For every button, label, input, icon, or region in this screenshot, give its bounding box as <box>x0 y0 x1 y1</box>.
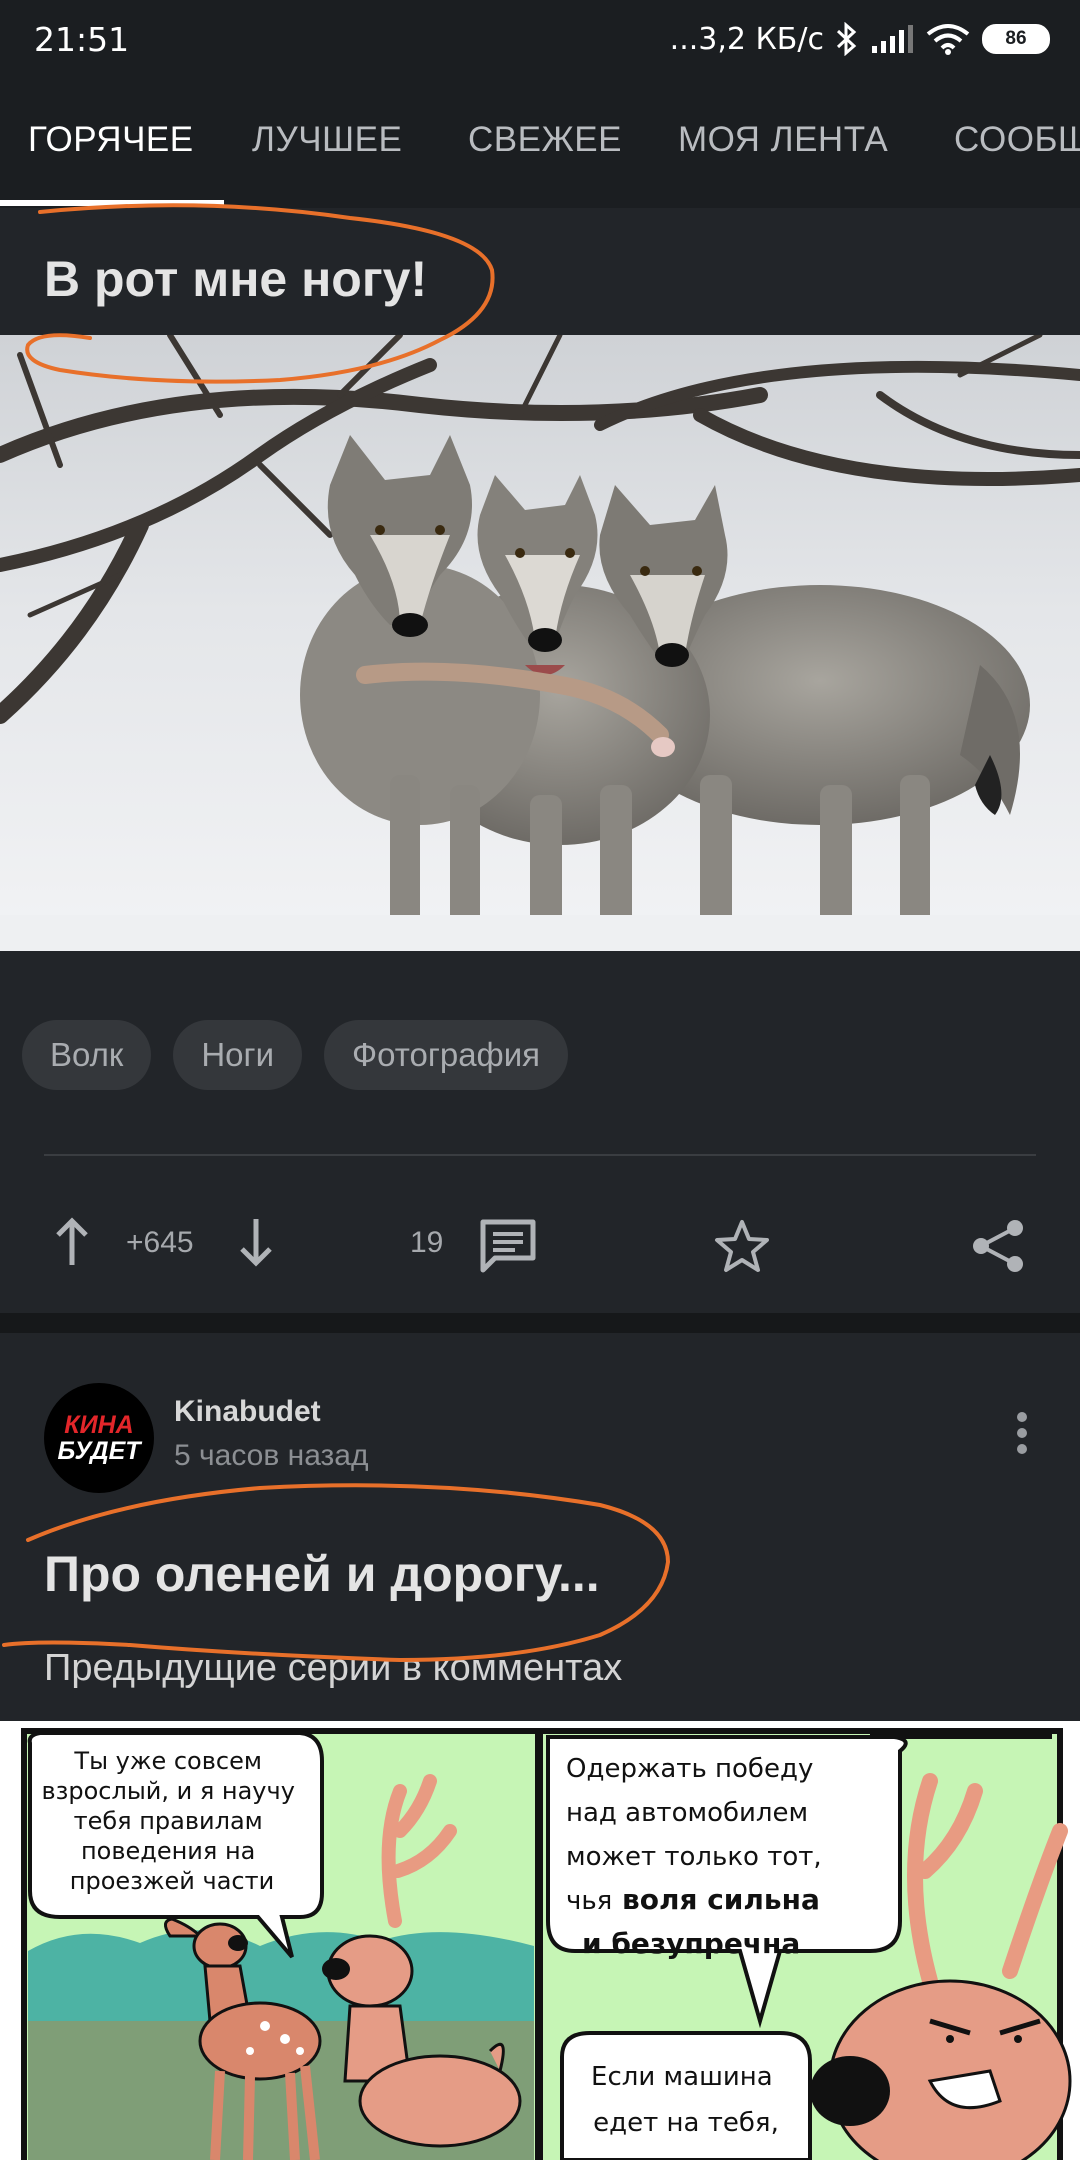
tag-chip[interactable]: Волк <box>22 1020 152 1090</box>
post-actions: +645 19 <box>0 1188 1080 1298</box>
comic-right-line: чья <box>566 1886 612 1916</box>
svg-text:Ты уже совсем взрослый: Ты уже совсем взрослый, и я научу тебя п… <box>41 1747 302 1895</box>
comic-left-line: поведения на <box>81 1837 255 1865</box>
post-image-wolves[interactable] <box>0 335 1080 951</box>
avatar-text-top: КИНА <box>64 1411 134 1439</box>
downvote-icon[interactable] <box>236 1216 276 1268</box>
tag-chip[interactable]: Ноги <box>173 1020 302 1090</box>
comment-count: 19 <box>410 1226 444 1259</box>
rating-score: +645 <box>126 1226 194 1259</box>
wifi-icon <box>926 24 970 55</box>
post-image-comic[interactable]: Ты уже совсем взрослый, и я научу тебя п… <box>0 1721 1080 2160</box>
avatar-text-bottom: БУДЕТ <box>57 1437 141 1465</box>
post-card: В рот мне ногу! Волк Ноги Фотография +64… <box>0 208 1080 1313</box>
active-tab-indicator <box>0 200 224 206</box>
comic-right-line: над автомобилем <box>566 1798 808 1828</box>
status-bar: 21:51 ...3,2 КБ/с 86 <box>0 0 1080 80</box>
comic-left-line: Ты уже совсем <box>73 1747 262 1775</box>
author-name[interactable]: Kinabudet <box>174 1395 321 1429</box>
avatar[interactable]: КИНА БУДЕТ <box>44 1383 154 1493</box>
feed-tabs: ГОРЯЧЕЕ ЛУЧШЕЕ СВЕЖЕЕ МОЯ ЛЕНТА СООБЩ <box>0 80 1080 208</box>
comic-left-line: взрослый, и я научу <box>41 1777 294 1805</box>
network-speed: ...3,2 КБ/с <box>669 21 824 57</box>
divider <box>44 1154 1036 1156</box>
comic-bottom-line: едет на тебя, <box>593 2108 779 2138</box>
comic-left-line: тебя правилам <box>74 1807 263 1835</box>
post-title[interactable]: Про оленей и дорогу... <box>44 1545 600 1603</box>
tag-chip[interactable]: Фотография <box>324 1020 569 1090</box>
comic-left-line: проезжей части <box>70 1867 274 1895</box>
tab-fresh[interactable]: СВЕЖЕЕ <box>468 120 622 160</box>
share-icon[interactable] <box>970 1218 1026 1274</box>
post-separator <box>0 1313 1080 1333</box>
comic-right-bold: воля сильна <box>622 1883 820 1916</box>
upvote-icon[interactable] <box>52 1216 92 1268</box>
more-options-icon[interactable] <box>1010 1403 1034 1463</box>
post-subtitle: Предыдущие серии в комментах <box>44 1647 623 1689</box>
status-icons: ...3,2 КБ/с 86 <box>670 18 1050 60</box>
comic-right-line: Одержать победу <box>566 1754 813 1784</box>
comment-icon[interactable] <box>478 1218 538 1274</box>
post-time: 5 часов назад <box>174 1439 369 1472</box>
comic-right-line: может только тот, <box>566 1842 822 1872</box>
tab-best[interactable]: ЛУЧШЕЕ <box>252 120 402 160</box>
post-title[interactable]: В рот мне ногу! <box>44 250 427 308</box>
comic-right-bold: и безупречна <box>582 1927 800 1960</box>
tag-list: Волк Ноги Фотография <box>22 1020 569 1090</box>
bluetooth-icon <box>836 22 857 56</box>
status-time: 21:51 <box>34 20 130 59</box>
star-icon[interactable] <box>712 1218 772 1274</box>
comic-bottom-line: Если машина <box>591 2062 773 2092</box>
signal-icon <box>872 25 913 53</box>
tab-my-feed[interactable]: МОЯ ЛЕНТА <box>678 120 888 160</box>
tab-hot[interactable]: ГОРЯЧЕЕ <box>28 120 194 160</box>
battery-icon: 86 <box>982 24 1050 54</box>
post-card: КИНА БУДЕТ Kinabudet 5 часов назад Про о… <box>0 1333 1080 2160</box>
tab-communities[interactable]: СООБЩ <box>954 120 1080 160</box>
